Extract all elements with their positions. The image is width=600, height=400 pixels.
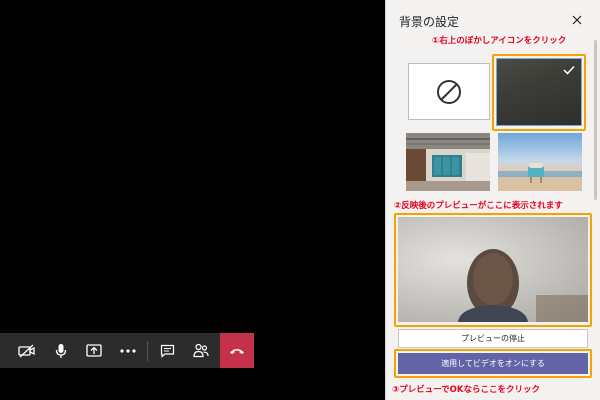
video-stage (0, 0, 385, 400)
video-off-button[interactable] (10, 333, 44, 368)
panel-scrollbar[interactable] (594, 40, 597, 200)
microphone-button[interactable] (44, 333, 78, 368)
call-bar-edge (0, 333, 10, 368)
participants-button[interactable] (184, 333, 218, 368)
hang-up-icon (230, 348, 245, 354)
video-off-icon (17, 344, 35, 357)
hang-up-button[interactable] (220, 333, 254, 368)
background-option-office[interactable] (406, 133, 490, 191)
participants-icon (193, 343, 209, 358)
call-bar-separator (147, 340, 149, 361)
annotation-step2: ②反映後のプレビューがここに表示されます (394, 201, 563, 211)
office-background-image (406, 133, 490, 191)
annotation-step1: ①右上のぼかしアイコンをクリック (432, 36, 567, 46)
background-option-blur[interactable] (496, 58, 582, 126)
share-screen-icon (86, 343, 103, 357)
apply-and-turn-on-video-button[interactable]: 適用してビデオをオンにする (398, 353, 588, 374)
background-option-beach[interactable] (498, 133, 582, 191)
background-settings-panel: 背景の設定 ①右上のぼかしアイコンをクリック ②反映後のプレビューがここに表示さ… (385, 0, 600, 400)
microphone-icon (55, 343, 66, 358)
preview-person-image (458, 249, 588, 322)
call-control-bar (0, 333, 254, 368)
checkmark-icon (563, 65, 575, 75)
panel-title: 背景の設定 (399, 15, 460, 29)
beach-background-image (498, 133, 582, 191)
chat-button[interactable] (150, 333, 184, 368)
video-preview (398, 217, 588, 322)
chat-icon (160, 344, 174, 358)
more-options-button[interactable] (111, 333, 145, 368)
more-options-icon (120, 348, 136, 353)
close-button[interactable] (570, 12, 584, 26)
annotation-step3: ③プレビューでOKならここをクリック (392, 385, 541, 395)
no-background-icon (437, 79, 461, 104)
stop-preview-button[interactable]: プレビューの停止 (398, 329, 588, 348)
share-screen-button[interactable] (78, 333, 112, 368)
background-option-none[interactable] (408, 63, 490, 120)
close-icon (572, 15, 582, 25)
